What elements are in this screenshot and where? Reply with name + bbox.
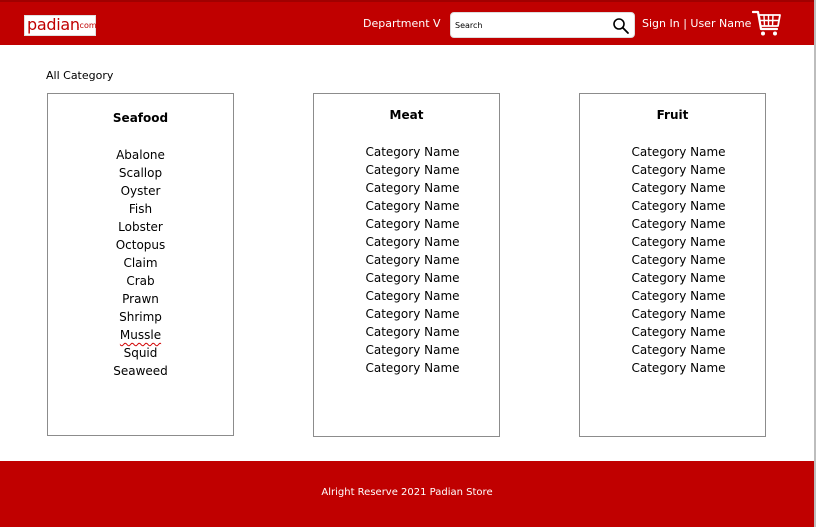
category-item[interactable]: Abalone bbox=[48, 146, 233, 164]
category-item[interactable]: Category Name bbox=[320, 359, 505, 377]
category-item[interactable]: Claim bbox=[48, 254, 233, 272]
category-item[interactable]: Mussle bbox=[48, 326, 233, 344]
category-item[interactable]: Category Name bbox=[320, 179, 505, 197]
category-item[interactable]: Category Name bbox=[320, 143, 505, 161]
category-item[interactable]: Lobster bbox=[48, 218, 233, 236]
column-title: Fruit bbox=[656, 108, 689, 122]
category-item[interactable]: Squid bbox=[48, 344, 233, 362]
category-item[interactable]: Category Name bbox=[586, 233, 771, 251]
logo-text: padian bbox=[27, 15, 80, 34]
category-item[interactable]: Category Name bbox=[586, 359, 771, 377]
section-title: All Category bbox=[46, 69, 114, 82]
category-item[interactable]: Category Name bbox=[320, 161, 505, 179]
search-input[interactable] bbox=[455, 17, 605, 33]
category-item[interactable]: Category Name bbox=[320, 305, 505, 323]
search-icon[interactable] bbox=[612, 17, 630, 35]
category-item[interactable]: Category Name bbox=[586, 179, 771, 197]
logo-suffix: .com bbox=[77, 21, 97, 30]
category-list: Abalone Scallop Oyster Fish Lobster Octo… bbox=[48, 146, 233, 380]
search-box bbox=[450, 12, 635, 38]
category-item[interactable]: Category Name bbox=[586, 323, 771, 341]
category-list: Category Name Category Name Category Nam… bbox=[314, 143, 505, 377]
category-item[interactable]: Category Name bbox=[586, 251, 771, 269]
category-item[interactable]: Category Name bbox=[586, 215, 771, 233]
category-item[interactable]: Crab bbox=[48, 272, 233, 290]
category-item[interactable]: Category Name bbox=[586, 305, 771, 323]
category-column-seafood: Seafood Abalone Scallop Oyster Fish Lobs… bbox=[47, 93, 234, 436]
category-item[interactable]: Category Name bbox=[320, 341, 505, 359]
category-item-label: Mussle bbox=[119, 328, 162, 342]
category-item[interactable]: Oyster bbox=[48, 182, 233, 200]
column-title: Meat bbox=[389, 108, 424, 122]
logo[interactable]: padian .com bbox=[24, 15, 97, 36]
category-item[interactable]: Category Name bbox=[586, 269, 771, 287]
footer: Alright Reserve 2021 Padian Store bbox=[0, 461, 814, 527]
category-item[interactable]: Category Name bbox=[586, 341, 771, 359]
category-item[interactable]: Category Name bbox=[320, 215, 505, 233]
category-item[interactable]: Category Name bbox=[586, 197, 771, 215]
category-item[interactable]: Category Name bbox=[320, 233, 505, 251]
column-title: Seafood bbox=[112, 111, 169, 125]
top-header: padian .com Department V Sign In | User … bbox=[0, 0, 814, 45]
cart-icon[interactable] bbox=[752, 9, 782, 37]
department-menu[interactable]: Department V bbox=[363, 17, 441, 30]
category-item[interactable]: Category Name bbox=[586, 161, 771, 179]
category-item[interactable]: Category Name bbox=[320, 251, 505, 269]
category-list: Category Name Category Name Category Nam… bbox=[580, 143, 771, 377]
category-item[interactable]: Octopus bbox=[48, 236, 233, 254]
category-item[interactable]: Category Name bbox=[320, 323, 505, 341]
category-item[interactable]: Seaweed bbox=[48, 362, 233, 380]
category-item[interactable]: Category Name bbox=[586, 143, 771, 161]
category-item[interactable]: Prawn bbox=[48, 290, 233, 308]
category-item[interactable]: Category Name bbox=[320, 197, 505, 215]
footer-copyright: Alright Reserve 2021 Padian Store bbox=[321, 487, 493, 498]
category-item[interactable]: Shrimp bbox=[48, 308, 233, 326]
category-column-meat: Meat Category Name Category Name Categor… bbox=[313, 93, 500, 437]
category-item[interactable]: Fish bbox=[48, 200, 233, 218]
category-item[interactable]: Scallop bbox=[48, 164, 233, 182]
category-column-fruit: Fruit Category Name Category Name Catego… bbox=[579, 93, 766, 437]
signin-link[interactable]: Sign In | User Name bbox=[642, 17, 751, 30]
category-item[interactable]: Category Name bbox=[320, 269, 505, 287]
category-item[interactable]: Category Name bbox=[586, 287, 771, 305]
category-item[interactable]: Category Name bbox=[320, 287, 505, 305]
